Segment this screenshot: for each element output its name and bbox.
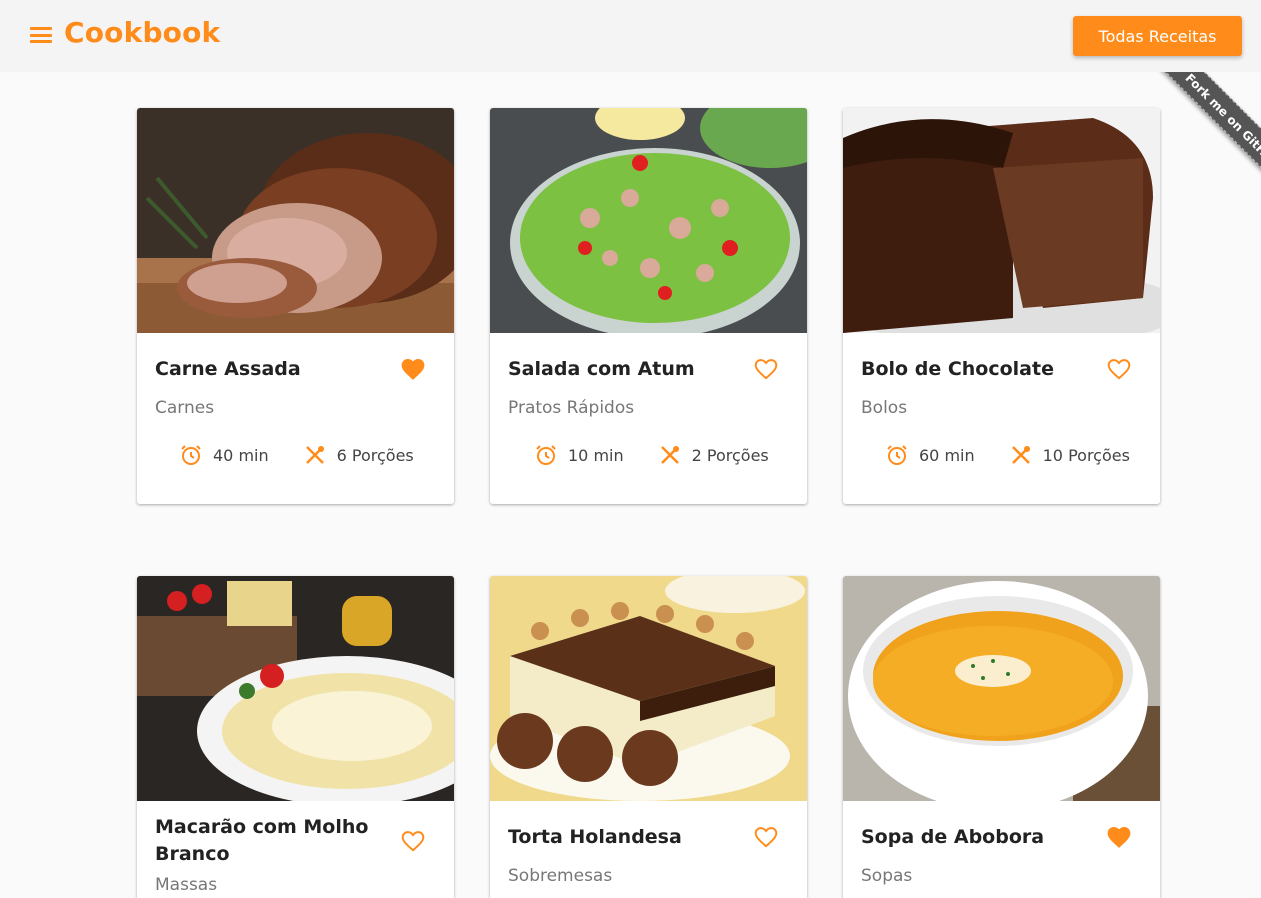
recipe-card[interactable]: Macarão com Molho Branco Massas — [137, 576, 454, 898]
recipe-card[interactable]: Carne Assada Carnes 40 min 6 Porções — [137, 108, 454, 504]
favorite-heart-outline-icon[interactable] — [753, 825, 779, 849]
brand-title[interactable]: Cookbook — [64, 16, 220, 49]
recipe-time: 10 min — [568, 445, 624, 465]
recipe-title[interactable]: Carne Assada — [155, 356, 385, 383]
recipe-time: 60 min — [919, 445, 975, 465]
recipe-meta: 40 min 6 Porções — [179, 443, 414, 467]
cutlery-icon — [660, 446, 679, 464]
recipe-title[interactable]: Macarão com Molho Branco — [155, 814, 385, 868]
favorite-heart-outline-icon[interactable] — [1106, 357, 1132, 381]
recipe-image-chocolate-cake — [843, 108, 1160, 333]
alarm-clock-icon — [887, 445, 907, 465]
recipe-title[interactable]: Salada com Atum — [508, 356, 738, 383]
cutlery-icon — [1011, 446, 1030, 464]
recipe-image-roast-beef — [137, 108, 454, 333]
recipe-servings: 2 Porções — [691, 445, 769, 465]
favorite-heart-filled-icon[interactable] — [400, 357, 426, 381]
recipe-meta: 10 min 2 Porções — [534, 443, 769, 467]
recipe-card[interactable]: Bolo de Chocolate Bolos 60 min 10 Porçõe… — [843, 108, 1160, 504]
recipe-servings: 6 Porções — [336, 445, 414, 465]
recipe-image-pasta-white-sauce — [137, 576, 454, 801]
recipe-image-tuna-salad — [490, 108, 807, 333]
favorite-heart-outline-icon[interactable] — [400, 829, 426, 853]
recipe-meta: 60 min 10 Porções — [885, 443, 1130, 467]
recipe-category: Carnes — [155, 398, 215, 418]
recipe-title[interactable]: Torta Holandesa — [508, 824, 738, 851]
recipe-category: Massas — [155, 875, 218, 895]
recipe-category: Bolos — [861, 398, 908, 418]
cutlery-icon — [305, 446, 324, 464]
recipe-card[interactable]: Torta Holandesa Sobremesas — [490, 576, 807, 898]
favorite-heart-outline-icon[interactable] — [753, 357, 779, 381]
recipe-title[interactable]: Sopa de Abobora — [861, 824, 1091, 851]
alarm-clock-icon — [536, 445, 556, 465]
top-app-bar: Cookbook Todas Receitas — [0, 0, 1261, 72]
alarm-clock-icon — [181, 445, 201, 465]
recipe-image-dutch-pie — [490, 576, 807, 801]
recipe-image-pumpkin-soup — [843, 576, 1160, 801]
recipe-card[interactable]: Sopa de Abobora Sopas — [843, 576, 1160, 898]
fork-me-github-ribbon[interactable]: Fork me on GitHub — [1145, 72, 1261, 208]
favorite-heart-filled-icon[interactable] — [1106, 825, 1132, 849]
recipe-category: Sobremesas — [508, 866, 613, 886]
all-recipes-button[interactable]: Todas Receitas — [1073, 16, 1242, 56]
recipe-category: Sopas — [861, 866, 913, 886]
recipe-title[interactable]: Bolo de Chocolate — [861, 356, 1091, 383]
recipe-time: 40 min — [213, 445, 269, 465]
recipe-card[interactable]: Salada com Atum Pratos Rápidos 10 min 2 … — [490, 108, 807, 504]
recipe-category: Pratos Rápidos — [508, 398, 635, 418]
hamburger-menu-icon[interactable] — [30, 27, 52, 45]
recipe-servings: 10 Porções — [1042, 445, 1130, 465]
